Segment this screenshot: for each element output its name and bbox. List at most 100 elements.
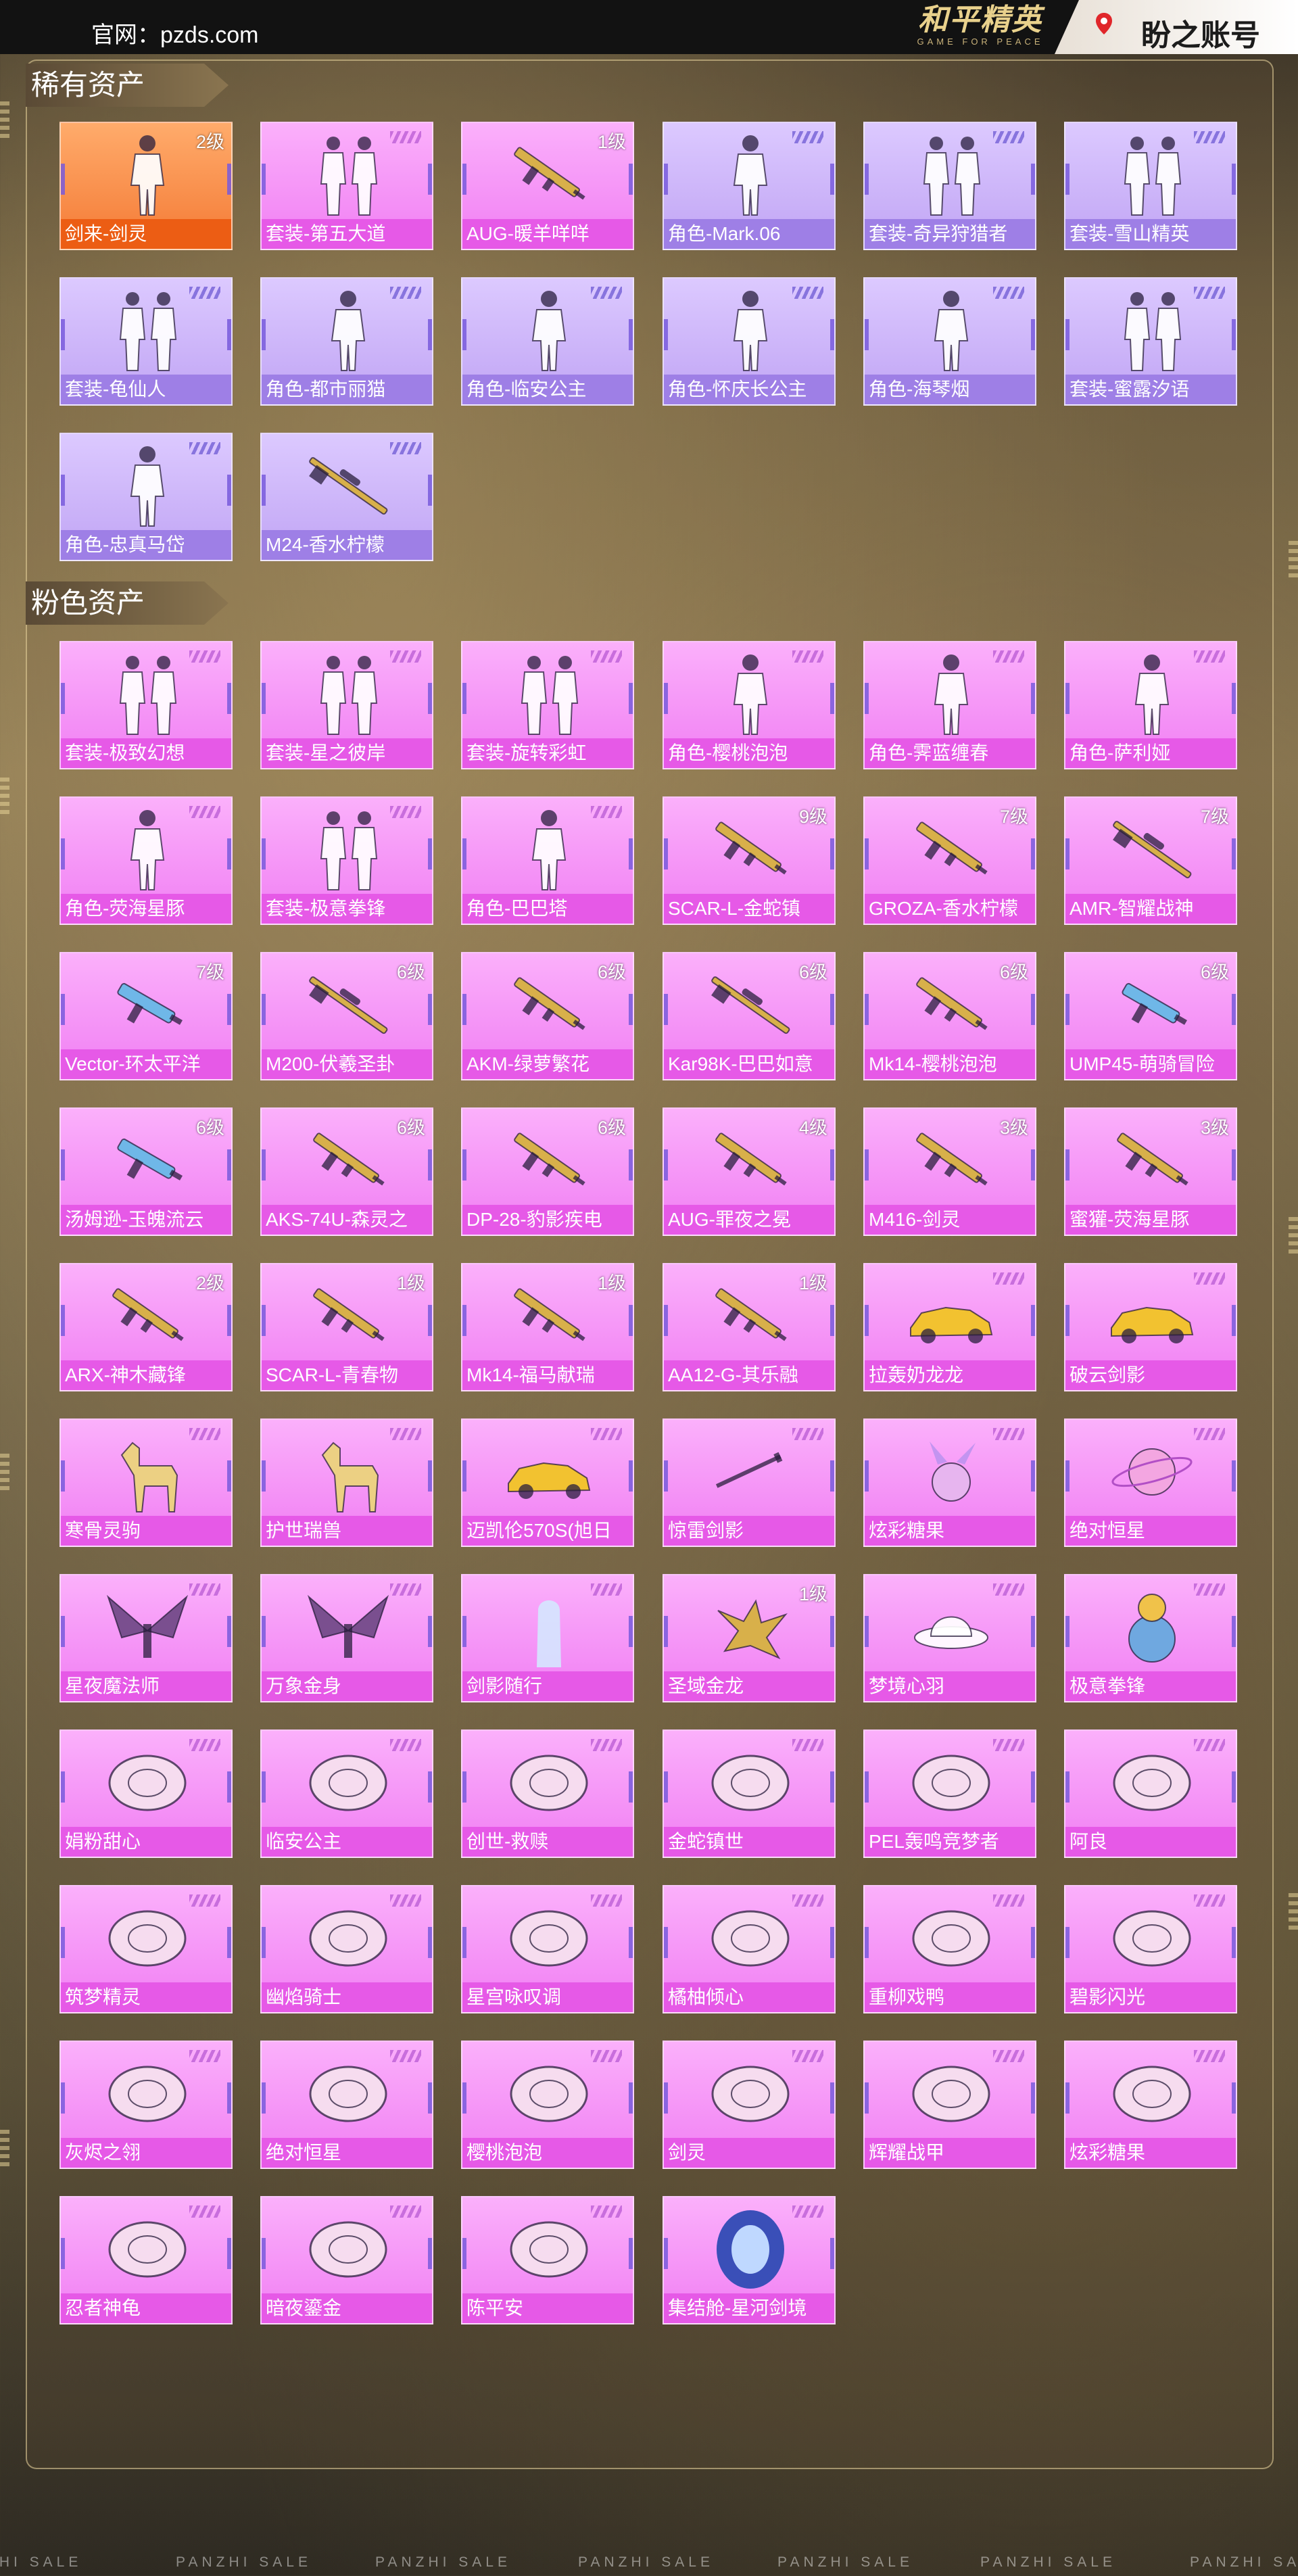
rifle-icon [302, 1117, 394, 1205]
asset-card[interactable]: 3级 蜜獾-荧海星豚 [1064, 1107, 1237, 1236]
asset-card[interactable]: 绝对恒星 [260, 2041, 433, 2169]
asset-card[interactable]: 6级 DP-28-豹影疾电 [461, 1107, 634, 1236]
asset-card[interactable]: 创世-救赎 [461, 1730, 634, 1858]
asset-card[interactable]: 星夜魔法师 [59, 1574, 233, 1702]
asset-card[interactable]: 1级 Mk14-福马献瑞 [461, 1263, 634, 1391]
level-badge: 1级 [798, 1273, 827, 1293]
stripe-badge-icon [189, 806, 220, 818]
asset-card[interactable]: 1级 AUG-暖羊咩咩 [461, 122, 634, 250]
stripe-badge-icon [792, 1739, 823, 1751]
asset-card[interactable]: 阿良 [1064, 1730, 1237, 1858]
stripe-badge-icon [993, 2050, 1024, 2062]
site-label[interactable]: 官网：pzds.com [91, 16, 259, 49]
asset-card[interactable]: 金蛇镇世 [663, 1730, 836, 1858]
asset-card[interactable]: 套装-龟仙人 [59, 277, 233, 406]
asset-card[interactable]: 套装-雪山精英 [1064, 122, 1237, 250]
stripe-badge-icon [390, 1894, 421, 1907]
asset-card[interactable]: 角色-萨利娅 [1064, 641, 1237, 769]
asset-card[interactable]: 4级 AUG-罪夜之冕 [663, 1107, 836, 1236]
asset-card[interactable]: 套装-旋转彩虹 [461, 641, 634, 769]
asset-card[interactable]: 临安公主 [260, 1730, 433, 1858]
level-badge: 6级 [597, 962, 626, 982]
asset-card[interactable]: 极意拳锋 [1064, 1574, 1237, 1702]
asset-card[interactable]: 幽焰骑士 [260, 1885, 433, 2013]
asset-card[interactable]: 9级 SCAR-L-金蛇镇 [663, 796, 836, 925]
asset-card[interactable]: 忍者神龟 [59, 2196, 233, 2324]
card-edge-marker [462, 1305, 466, 1336]
asset-card[interactable]: 暗夜鎏金 [260, 2196, 433, 2324]
asset-card[interactable]: 炫彩糖果 [1064, 2041, 1237, 2169]
asset-card[interactable]: 2级 ARX-神木藏锋 [59, 1263, 233, 1391]
asset-label: 创世-救赎 [462, 1827, 633, 1857]
asset-card[interactable]: 护世瑞兽 [260, 1418, 433, 1547]
asset-card[interactable]: 陈平安 [461, 2196, 634, 2324]
asset-card[interactable]: 6级 Mk14-樱桃泡泡 [863, 952, 1036, 1080]
asset-card[interactable]: 角色-巴巴塔 [461, 796, 634, 925]
asset-card[interactable]: 7级 Vector-环太平洋 [59, 952, 233, 1080]
asset-card[interactable]: 剑灵 [663, 2041, 836, 2169]
asset-label: AKM-绿萝繁花 [462, 1049, 633, 1079]
asset-card[interactable]: 套装-极意拳锋 [260, 796, 433, 925]
asset-card[interactable]: 套装-极致幻想 [59, 641, 233, 769]
asset-card[interactable]: 7级 GROZA-香水柠檬 [863, 796, 1036, 925]
asset-card[interactable]: 角色-霁蓝缠春 [863, 641, 1036, 769]
asset-card[interactable]: 梦境心羽 [863, 1574, 1036, 1702]
asset-card[interactable]: 1级 AA12-G-其乐融 [663, 1263, 836, 1391]
asset-card[interactable]: 灰烬之翎 [59, 2041, 233, 2169]
asset-card[interactable]: 1级 圣域金龙 [663, 1574, 836, 1702]
asset-card[interactable]: 重柳戏鸭 [863, 1885, 1036, 2013]
asset-card[interactable]: 橘柚倾心 [663, 1885, 836, 2013]
asset-card[interactable]: 套装-第五大道 [260, 122, 433, 250]
sniper-rifle-icon [704, 961, 796, 1049]
asset-card[interactable]: 角色-樱桃泡泡 [663, 641, 836, 769]
asset-card[interactable]: PEL轰鸣竞梦者 [863, 1730, 1036, 1858]
asset-card[interactable]: 角色-海琴烟 [863, 277, 1036, 406]
brand-logo[interactable]: 盼之账号 [1055, 0, 1298, 54]
asset-card[interactable]: 角色-都市丽猫 [260, 277, 433, 406]
asset-card[interactable]: 6级 AKM-绿萝繁花 [461, 952, 634, 1080]
parachute-icon [905, 2050, 997, 2138]
card-edge-marker [830, 2082, 834, 2114]
asset-card[interactable]: 角色-荧海星豚 [59, 796, 233, 925]
asset-card[interactable]: 惊雷剑影 [663, 1418, 836, 1547]
asset-label: Kar98K-巴巴如意 [664, 1049, 834, 1079]
asset-card[interactable]: 2级 剑来-剑灵 [59, 122, 233, 250]
asset-card[interactable]: 套装-奇异狩猎者 [863, 122, 1036, 250]
asset-card[interactable]: 星宫咏叹调 [461, 1885, 634, 2013]
asset-card[interactable]: 万象金身 [260, 1574, 433, 1702]
asset-card[interactable]: 套装-蜜露汐语 [1064, 277, 1237, 406]
asset-card[interactable]: 辉耀战甲 [863, 2041, 1036, 2169]
asset-card[interactable]: 剑影随行 [461, 1574, 634, 1702]
asset-card[interactable]: 筑梦精灵 [59, 1885, 233, 2013]
watermark-text: PANZHI SALE [980, 2554, 1116, 2570]
asset-card[interactable]: 6级 M200-伏羲圣卦 [260, 952, 433, 1080]
asset-card[interactable]: 套装-星之彼岸 [260, 641, 433, 769]
asset-card[interactable]: 角色-临安公主 [461, 277, 634, 406]
asset-card[interactable]: 角色-怀庆长公主 [663, 277, 836, 406]
asset-card[interactable]: 1级 SCAR-L-青春物 [260, 1263, 433, 1391]
asset-card[interactable]: 樱桃泡泡 [461, 2041, 634, 2169]
asset-card[interactable]: 6级 AKS-74U-森灵之 [260, 1107, 433, 1236]
asset-card[interactable]: 娟粉甜心 [59, 1730, 233, 1858]
edge-decoration [0, 1454, 9, 1492]
asset-card[interactable]: 6级 Kar98K-巴巴如意 [663, 952, 836, 1080]
asset-card[interactable]: 3级 M416-剑灵 [863, 1107, 1036, 1236]
asset-card[interactable]: 寒骨灵驹 [59, 1418, 233, 1547]
asset-card[interactable]: 迈凯伦570S(旭日 [461, 1418, 634, 1547]
asset-card[interactable]: 集结舱-星河剑境 [663, 2196, 836, 2324]
stripe-badge-icon [390, 287, 421, 299]
asset-label: Mk14-樱桃泡泡 [865, 1049, 1035, 1079]
asset-card[interactable]: 绝对恒星 [1064, 1418, 1237, 1547]
edge-decoration [1289, 1893, 1298, 1931]
asset-card[interactable]: 6级 UMP45-萌骑冒险 [1064, 952, 1237, 1080]
asset-card[interactable]: 破云剑影 [1064, 1263, 1237, 1391]
asset-card[interactable]: 炫彩糖果 [863, 1418, 1036, 1547]
asset-card[interactable]: 6级 汤姆逊-玉魄流云 [59, 1107, 233, 1236]
asset-card[interactable]: 7级 AMR-智耀战神 [1064, 796, 1237, 925]
asset-card[interactable]: 碧影闪光 [1064, 1885, 1237, 2013]
asset-label: 暗夜鎏金 [262, 2293, 432, 2323]
asset-card[interactable]: M24-香水柠檬 [260, 433, 433, 561]
asset-card[interactable]: 角色-Mark.06 [663, 122, 836, 250]
asset-card[interactable]: 拉轰奶龙龙 [863, 1263, 1036, 1391]
asset-card[interactable]: 角色-忠真马岱 [59, 433, 233, 561]
